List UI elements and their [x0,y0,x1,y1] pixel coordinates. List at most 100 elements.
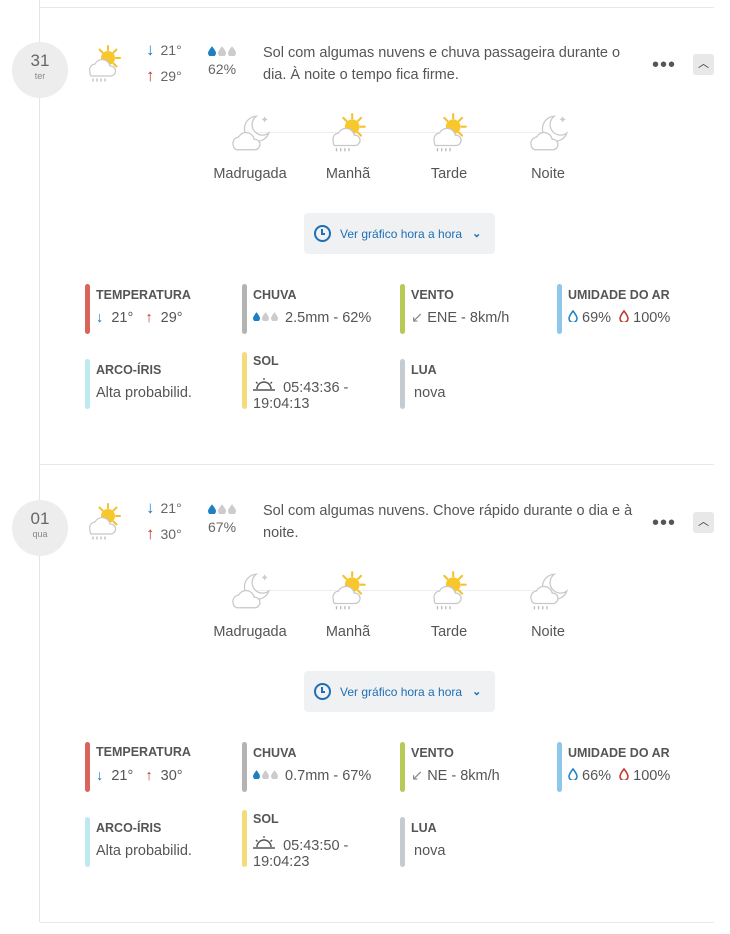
humidity-max-icon [619,309,629,324]
stat-value: ↓ 21° ↑ 30° [96,768,183,784]
rain-value: 0.7mm - 67% [285,768,372,784]
rain-drops-icon [208,45,238,61]
max-temp: 29° [160,68,182,84]
temp-min: 21° [111,768,134,784]
stat-value: ↙ NE - 8km/h [411,768,500,784]
stat-label: LUA [411,821,437,835]
forecast-summary: Sol com algumas nuvens. Chove rápido dur… [263,503,633,541]
period-label: Manhã [325,166,371,182]
period-noite: Noite [498,110,598,182]
stat-label: TEMPERATURA [96,288,191,302]
stat-color-bar [400,817,405,867]
stat-color-bar [400,742,405,792]
humidity-min-icon [568,767,578,782]
stat-value: nova [414,843,446,859]
stat-value: 05:43:36 - [253,378,348,396]
stat-color-bar [85,284,90,334]
moon-cloud-icon [227,568,273,614]
rain-drops-icon [253,770,278,779]
stat-value: 0.7mm - 67% [253,768,371,784]
rain-value: 2.5mm - 62% [285,310,372,326]
humidity-max-icon [619,767,629,782]
rain-prob-value: 62% [208,61,237,77]
temp-max: 29° [160,310,183,326]
stat-value: 2.5mm - 62% [253,310,371,326]
period-manha: Manhã [298,568,398,640]
sun-cloud-rain-icon [426,568,472,614]
sunrise-icon [253,836,275,849]
min-temp: 21° [160,500,182,516]
stat-color-bar [242,742,247,792]
sunrise-time: 05:43:36 - [283,380,349,396]
date-badge: 31 ter [12,42,68,98]
chevron-up-icon: ︿ [698,516,709,528]
hourly-chart-label: Ver gráfico hora a hora [340,226,463,241]
stat-label: ARCO-ÍRIS [96,363,162,377]
period-tarde: Tarde [399,568,499,640]
divider [40,922,714,923]
stat-label: CHUVA [253,288,297,302]
period-label: Madrugada [213,166,287,182]
sun-cloud-rain-icon [325,568,371,614]
sunset-time: 19:04:13 [253,396,310,412]
stat-label: UMIDADE DO AR [568,746,670,760]
humidity-min: 69% [582,310,612,326]
arrow-up-icon: ↑ [145,768,153,784]
period-madrugada: Madrugada [200,568,300,640]
sunrise-icon [253,378,275,391]
stat-label: LUA [411,363,437,377]
sunrise-time: 05:43:50 - [283,838,349,854]
arrow-up-icon: ↑ [146,66,155,85]
wind-value: ENE - 8km/h [427,310,510,326]
stat-label: SOL [253,354,279,368]
humidity-min-icon [568,309,578,324]
stat-value: Alta probabilid. [96,385,192,401]
collapse-button[interactable]: ︿ [693,512,714,533]
stat-color-bar [85,742,90,792]
stat-color-bar [400,284,405,334]
clock-icon [314,683,331,700]
wind-direction-icon: ↙ [411,310,424,326]
min-temp: 21° [160,42,182,58]
rain-probability: 62% [208,45,238,77]
chevron-down-icon: ⌄ [472,228,482,240]
stat-label: CHUVA [253,746,297,760]
date-badge: 01 qua [12,500,68,556]
rain-prob-value: 67% [208,519,237,535]
moon-cloud-rain-icon [525,568,571,614]
sun-cloud-rain-icon [82,42,126,86]
stat-color-bar [85,817,90,867]
timeline-line [39,0,40,922]
stat-value: 05:43:50 - [253,836,348,854]
divider [40,464,714,465]
stat-value: ↓ 21° ↑ 29° [96,310,183,326]
stat-label: VENTO [411,746,454,760]
divider [40,7,714,8]
sun-cloud-rain-icon [325,110,371,156]
sunset-time: 19:04:23 [253,854,310,870]
chevron-up-icon: ︿ [698,58,709,70]
stat-color-bar [557,284,562,334]
temperature-summary: ↓ 21° ↑ 29° [146,37,182,89]
wind-value: NE - 8km/h [427,768,500,784]
collapse-button[interactable]: ︿ [693,54,714,75]
period-tarde: Tarde [399,110,499,182]
stat-value: nova [414,385,446,401]
sun-cloud-rain-icon [82,500,126,544]
rain-drops-icon [208,503,238,519]
more-options-button[interactable]: ••• [652,55,676,75]
period-label: Noite [531,166,565,182]
period-label: Tarde [430,624,468,640]
stat-value: 69% 100% [568,309,670,326]
more-options-button[interactable]: ••• [652,513,676,533]
stat-color-bar [400,359,405,409]
hourly-chart-button[interactable]: Ver gráfico hora a hora ⌄ [304,671,495,712]
period-noite: Noite [498,568,598,640]
chevron-down-icon: ⌄ [472,686,482,698]
moon-cloud-icon [227,110,273,156]
arrow-down-icon: ↓ [96,768,104,784]
period-label: Tarde [430,166,468,182]
hourly-chart-button[interactable]: Ver gráfico hora a hora ⌄ [304,213,495,254]
stat-color-bar [242,284,247,334]
period-manha: Manhã [298,110,398,182]
